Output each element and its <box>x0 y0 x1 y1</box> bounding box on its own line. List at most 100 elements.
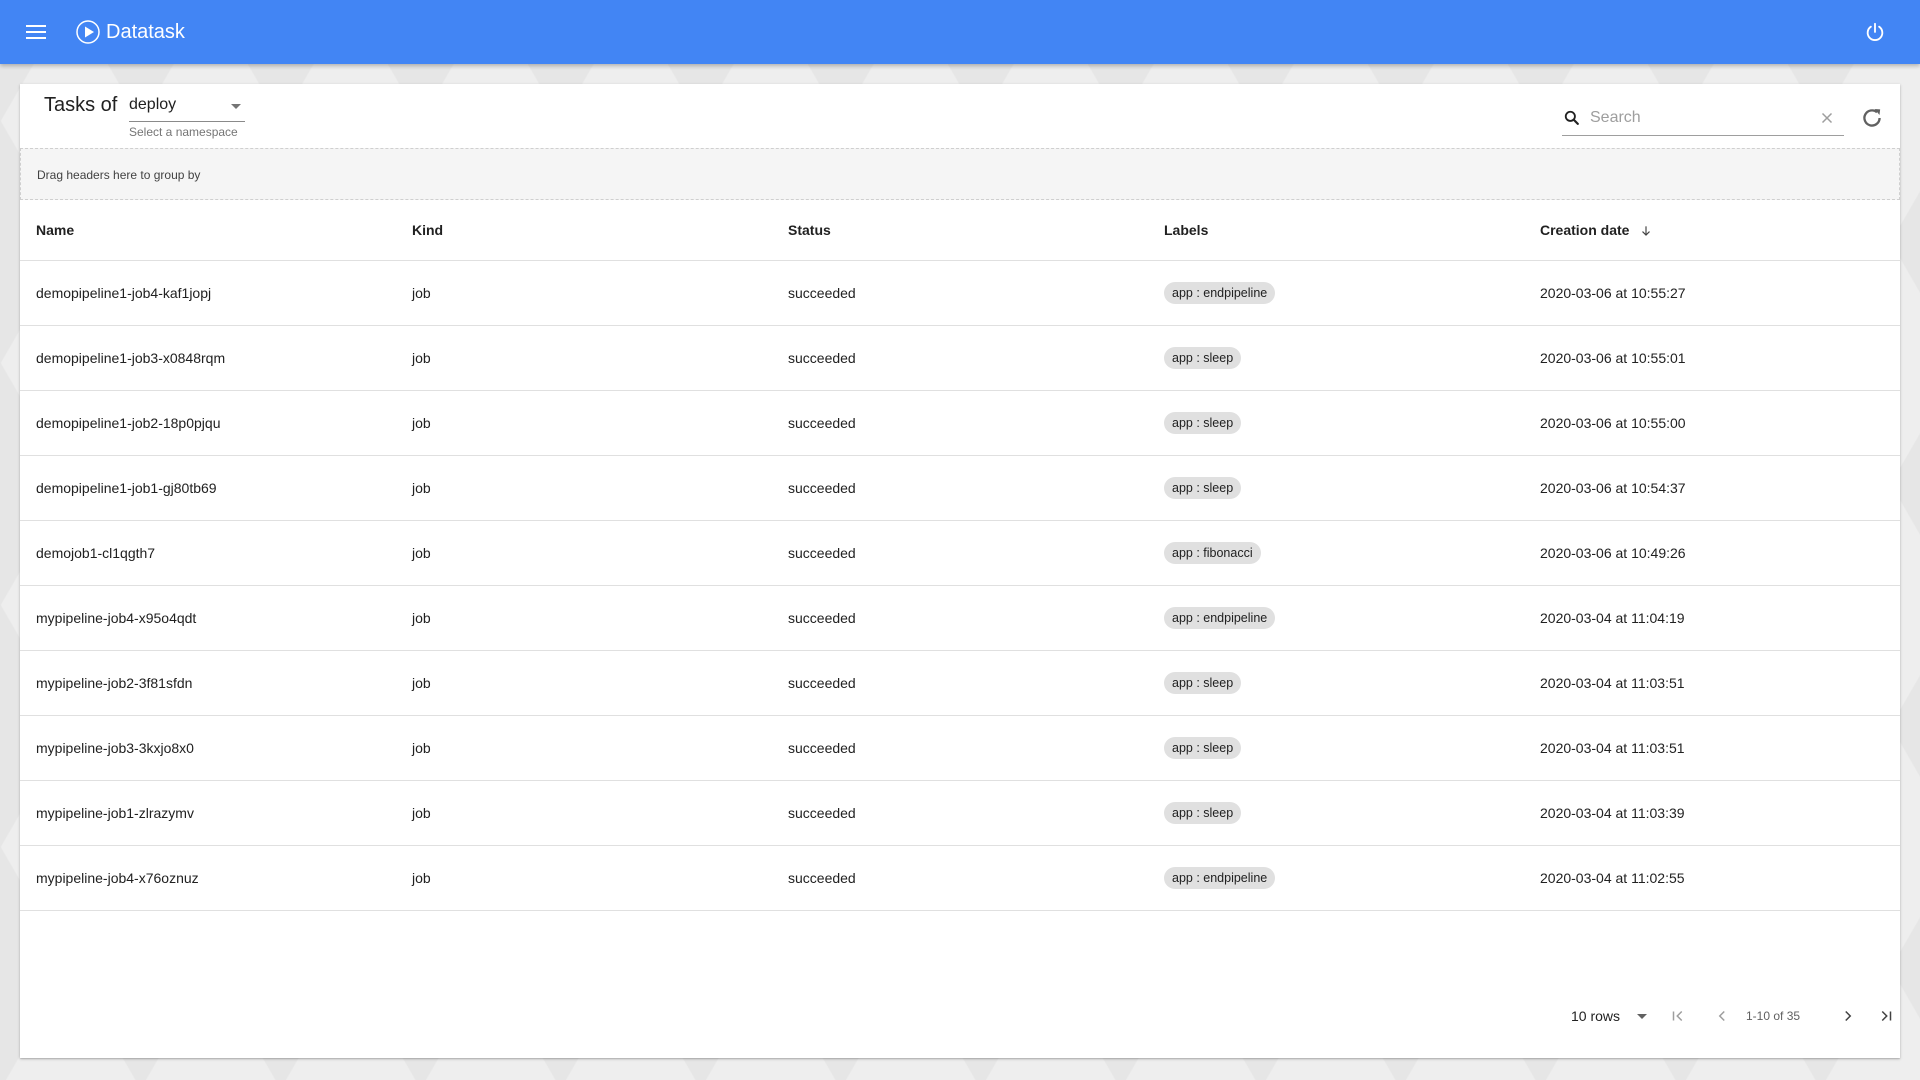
cell-labels: app : fibonacci <box>1148 520 1524 586</box>
cell-labels: app : endpipeline <box>1148 845 1524 911</box>
cell-creation-date: 2020-03-06 at 10:55:01 <box>1524 325 1900 391</box>
play-circle-icon <box>76 20 100 44</box>
page-range: 1-10 of 35 <box>1746 1009 1801 1023</box>
next-page-button[interactable] <box>1836 1004 1860 1028</box>
label-chip: app : sleep <box>1164 346 1242 369</box>
cell-kind: job <box>396 260 772 326</box>
previous-page-button[interactable] <box>1710 1004 1734 1028</box>
cell-labels: app : sleep <box>1148 780 1524 846</box>
search-field <box>1562 100 1844 136</box>
cell-status: succeeded <box>772 390 1148 456</box>
cell-creation-date: 2020-03-06 at 10:49:26 <box>1524 520 1900 586</box>
arrow-down-icon[interactable] <box>1639 224 1653 238</box>
cell-status: succeeded <box>772 715 1148 781</box>
cell-labels: app : sleep <box>1148 455 1524 521</box>
column-header-status[interactable]: Status <box>772 200 1148 261</box>
column-header-labels[interactable]: Labels <box>1148 200 1524 261</box>
rows-per-page-select[interactable]: 10 rows <box>1571 1004 1651 1028</box>
power-button[interactable] <box>1860 17 1890 47</box>
cell-name: demopipeline1-job3-x0848rqm <box>20 325 396 391</box>
table-row[interactable]: mypipeline-job3-3kxjo8x0 job succeeded a… <box>20 715 1900 781</box>
cell-status: succeeded <box>772 585 1148 651</box>
last-page-button[interactable] <box>1874 1004 1898 1028</box>
cell-labels: app : sleep <box>1148 715 1524 781</box>
tasks-card: Tasks of deploy Select a namespace Drag … <box>20 84 1900 1058</box>
search-icon <box>1564 110 1579 125</box>
label-chip: app : sleep <box>1164 411 1242 434</box>
table-row[interactable]: demojob1-cl1qgth7 job succeeded app : fi… <box>20 520 1900 586</box>
cell-name: demopipeline1-job2-18p0pjqu <box>20 390 396 456</box>
cell-kind: job <box>396 455 772 521</box>
column-header-creation-date[interactable]: Creation date <box>1524 200 1900 261</box>
chevron-right-icon <box>1845 1010 1852 1022</box>
table-row[interactable]: mypipeline-job4-x95o4qdt job succeeded a… <box>20 585 1900 651</box>
card-header: Tasks of deploy Select a namespace <box>20 84 1900 148</box>
rows-per-page-value: 10 rows <box>1571 1008 1621 1024</box>
label-chip: app : endpipeline <box>1164 606 1276 629</box>
cell-creation-date: 2020-03-06 at 10:55:00 <box>1524 390 1900 456</box>
power-icon <box>1866 22 1884 41</box>
cell-status: succeeded <box>772 650 1148 716</box>
cell-kind: job <box>396 390 772 456</box>
table-row[interactable]: demopipeline1-job4-kaf1jopj job succeede… <box>20 260 1900 326</box>
app-title: Datatask <box>106 21 185 43</box>
cell-kind: job <box>396 520 772 586</box>
cell-labels: app : sleep <box>1148 650 1524 716</box>
cell-creation-date: 2020-03-04 at 11:03:51 <box>1524 650 1900 716</box>
cell-labels: app : sleep <box>1148 325 1524 391</box>
refresh-icon[interactable] <box>1858 104 1886 132</box>
cell-kind: job <box>396 325 772 391</box>
table-row[interactable]: mypipeline-job2-3f81sfdn job succeeded a… <box>20 650 1900 716</box>
cell-status: succeeded <box>772 845 1148 911</box>
cell-creation-date: 2020-03-04 at 11:03:51 <box>1524 715 1900 781</box>
cell-labels: app : endpipeline <box>1148 260 1524 326</box>
menu-icon <box>26 25 46 39</box>
cell-name: mypipeline-job4-x76oznuz <box>20 845 396 911</box>
label-chip: app : fibonacci <box>1164 541 1261 564</box>
cell-name: mypipeline-job4-x95o4qdt <box>20 585 396 651</box>
cell-kind: job <box>396 845 772 911</box>
cell-name: demopipeline1-job4-kaf1jopj <box>20 260 396 326</box>
cell-kind: job <box>396 780 772 846</box>
caret-down-icon <box>1637 1014 1647 1019</box>
cell-creation-date: 2020-03-06 at 10:55:27 <box>1524 260 1900 326</box>
cell-creation-date: 2020-03-06 at 10:54:37 <box>1524 455 1900 521</box>
cell-status: succeeded <box>772 455 1148 521</box>
cell-status: succeeded <box>772 260 1148 326</box>
first-page-icon <box>1672 1010 1683 1022</box>
table-row[interactable]: demopipeline1-job3-x0848rqm job succeede… <box>20 325 1900 391</box>
menu-button[interactable] <box>18 14 54 50</box>
cell-kind: job <box>396 650 772 716</box>
label-chip: app : sleep <box>1164 736 1242 759</box>
group-by-panel[interactable]: Drag headers here to group by <box>20 148 1900 200</box>
cell-kind: job <box>396 715 772 781</box>
cell-name: demopipeline1-job1-gj80tb69 <box>20 455 396 521</box>
chevron-left-icon <box>1718 1010 1725 1022</box>
cell-kind: job <box>396 585 772 651</box>
search-input[interactable] <box>1590 106 1800 130</box>
table-row[interactable]: demopipeline1-job2-18p0pjqu job succeede… <box>20 390 1900 456</box>
cell-status: succeeded <box>772 325 1148 391</box>
table-row[interactable]: demopipeline1-job1-gj80tb69 job succeede… <box>20 455 1900 521</box>
table-row[interactable]: mypipeline-job1-zlrazymv job succeeded a… <box>20 780 1900 846</box>
namespace-value: deploy <box>129 96 177 113</box>
namespace-select[interactable]: deploy <box>129 92 245 122</box>
column-header-kind[interactable]: Kind <box>396 200 772 261</box>
cell-name: demojob1-cl1qgth7 <box>20 520 396 586</box>
cell-creation-date: 2020-03-04 at 11:02:55 <box>1524 845 1900 911</box>
app-bar: Datatask <box>0 0 1920 64</box>
cell-creation-date: 2020-03-04 at 11:04:19 <box>1524 585 1900 651</box>
cell-status: succeeded <box>772 520 1148 586</box>
cell-name: mypipeline-job3-3kxjo8x0 <box>20 715 396 781</box>
table-row[interactable]: mypipeline-job4-x76oznuz job succeeded a… <box>20 845 1900 911</box>
pagination-bar: 10 rows 1-10 of 35 <box>20 996 1900 1036</box>
table-header-row: Name Kind Status Labels Creation date <box>20 200 1900 261</box>
close-icon[interactable] <box>1818 109 1836 127</box>
tasks-table: Name Kind Status Labels Creation date de… <box>20 200 1900 911</box>
column-header-name[interactable]: Name <box>20 200 396 261</box>
first-page-button[interactable] <box>1666 1004 1690 1028</box>
last-page-icon <box>1881 1010 1892 1022</box>
label-chip: app : sleep <box>1164 476 1242 499</box>
cell-labels: app : sleep <box>1148 390 1524 456</box>
label-chip: app : endpipeline <box>1164 866 1276 889</box>
